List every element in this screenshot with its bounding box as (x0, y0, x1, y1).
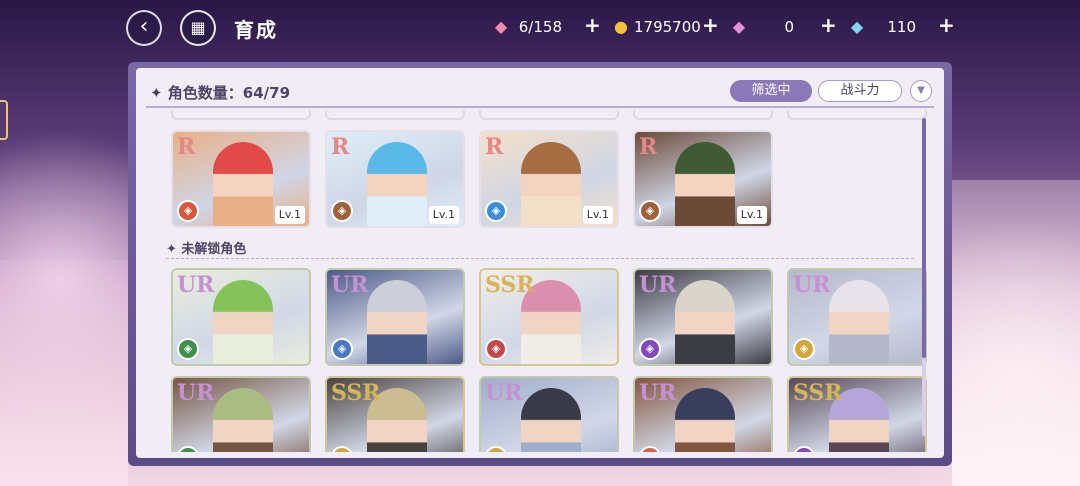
attribute-icon: ◈ (331, 338, 353, 360)
level-badge: Lv.1 (274, 206, 305, 224)
rarity-badge: R (177, 134, 196, 160)
chevron-down-icon: ▼ (917, 85, 925, 96)
character-card-partial[interactable] (479, 110, 619, 120)
locked-section-label: ✦ 未解锁角色 (166, 242, 247, 257)
home-button[interactable]: ▦ (180, 10, 216, 46)
character-card[interactable]: R ◈ Lv.1 (171, 130, 311, 228)
locked-section-divider (166, 258, 914, 259)
character-portrait (213, 142, 273, 226)
level-badge: Lv.1 (736, 206, 767, 224)
character-card-partial[interactable] (787, 110, 927, 120)
rarity-badge: R (485, 134, 504, 160)
level-badge: Lv.1 (428, 206, 459, 224)
locked-character-card[interactable]: UR ◈ (479, 376, 619, 452)
add-pink-gem-button[interactable]: + (820, 14, 837, 36)
character-portrait (521, 388, 581, 452)
rarity-badge: UR (639, 380, 677, 406)
rarity-badge: UR (177, 380, 215, 406)
character-card[interactable]: R ◈ Lv.1 (633, 130, 773, 228)
back-arrow-icon: ‹ (139, 14, 149, 39)
character-count: ✦ 角色数量：64/79 (150, 84, 291, 102)
attribute-icon: ◈ (485, 338, 507, 360)
locked-character-card[interactable]: SSR ◈ (479, 268, 619, 366)
character-portrait (829, 280, 889, 364)
background-left (0, 260, 128, 486)
character-panel: ✦ 角色数量：64/79 筛选中 战斗力 ▼ ✦ 未解锁角色 R ◈ Lv.1 R ◈ L… (128, 62, 952, 466)
locked-character-card[interactable]: SSR ◈ (325, 376, 465, 452)
character-card-partial[interactable] (171, 110, 311, 120)
sort-order-button[interactable]: ▼ (910, 80, 932, 102)
add-gold-button[interactable]: + (702, 14, 719, 36)
character-portrait (367, 280, 427, 364)
rarity-badge: SSR (331, 380, 381, 406)
locked-character-card[interactable]: UR ◈ (171, 268, 311, 366)
filter-button[interactable]: 筛选中 (730, 80, 812, 102)
rarity-badge: R (639, 134, 658, 160)
attribute-icon: ◈ (331, 446, 353, 452)
background-right (952, 180, 1080, 486)
rarity-badge: UR (485, 380, 523, 406)
locked-character-card[interactable]: UR ◈ (171, 376, 311, 452)
attribute-icon: ◈ (485, 446, 507, 452)
add-diamond-button[interactable]: + (938, 14, 955, 36)
rarity-badge: SSR (793, 380, 843, 406)
character-portrait (521, 142, 581, 226)
rarity-badge: UR (639, 272, 677, 298)
rarity-badge: UR (331, 272, 369, 298)
rarity-badge: R (331, 134, 350, 160)
character-card[interactable]: R ◈ Lv.1 (479, 130, 619, 228)
add-candy-button[interactable]: + (584, 14, 601, 36)
attribute-icon: ◈ (177, 446, 199, 452)
header-divider (146, 106, 934, 108)
panel-content: ✦ 角色数量：64/79 筛选中 战斗力 ▼ ✦ 未解锁角色 R ◈ Lv.1 R ◈ L… (136, 68, 944, 458)
resource-value: 0 (784, 18, 794, 36)
resource-value: 110 (887, 18, 916, 36)
locked-character-card[interactable]: UR ◈ (633, 376, 773, 452)
rarity-badge: SSR (485, 272, 535, 298)
locked-character-card[interactable]: UR ◈ (325, 268, 465, 366)
blue-diamond-icon: ◆ (850, 17, 864, 36)
character-grid[interactable]: ✦ 未解锁角色 R ◈ Lv.1 R ◈ Lv.1 R ◈ Lv.1 R ◈ Lv.1 UR ◈ UR ◈ SS… (136, 110, 944, 452)
locked-character-card[interactable]: UR ◈ (787, 268, 927, 366)
character-portrait (213, 280, 273, 364)
page-title: 育成 (234, 18, 278, 42)
character-portrait (675, 142, 735, 226)
character-card-partial[interactable] (325, 110, 465, 120)
scrollbar-thumb[interactable] (922, 118, 926, 358)
attribute-icon: ◈ (485, 200, 507, 222)
attribute-icon: ◈ (793, 338, 815, 360)
attribute-icon: ◈ (639, 446, 661, 452)
rarity-badge: UR (177, 272, 215, 298)
side-tab-icon[interactable] (0, 100, 8, 140)
pink-gem-icon: ◆ (732, 17, 746, 36)
candy-icon: ◆ (494, 17, 508, 36)
character-card-partial[interactable] (633, 110, 773, 120)
character-portrait (675, 388, 735, 452)
attribute-icon: ◈ (177, 200, 199, 222)
character-portrait (213, 388, 273, 452)
level-badge: Lv.1 (582, 206, 613, 224)
attribute-icon: ◈ (639, 200, 661, 222)
character-portrait (675, 280, 735, 364)
rarity-badge: UR (793, 272, 831, 298)
castle-icon: ▦ (190, 18, 206, 37)
attribute-icon: ◈ (639, 338, 661, 360)
character-portrait (367, 142, 427, 226)
attribute-icon: ◈ (331, 200, 353, 222)
back-button[interactable]: ‹ (126, 10, 162, 46)
top-bar: ‹ ▦ 育成 ◆ 6/158 + ● 1795700 + ◆ 0 + ◆ 110… (0, 0, 1080, 58)
locked-character-card[interactable]: UR ◈ (633, 268, 773, 366)
attribute-icon: ◈ (793, 446, 815, 452)
gold-coin-icon: ● (614, 17, 628, 36)
attribute-icon: ◈ (177, 338, 199, 360)
locked-character-card[interactable]: SSR ◈ (787, 376, 927, 452)
sort-power-button[interactable]: 战斗力 (818, 80, 902, 102)
resource-value: 1795700 (634, 18, 701, 36)
character-card[interactable]: R ◈ Lv.1 (325, 130, 465, 228)
resource-value: 6/158 (518, 18, 562, 36)
